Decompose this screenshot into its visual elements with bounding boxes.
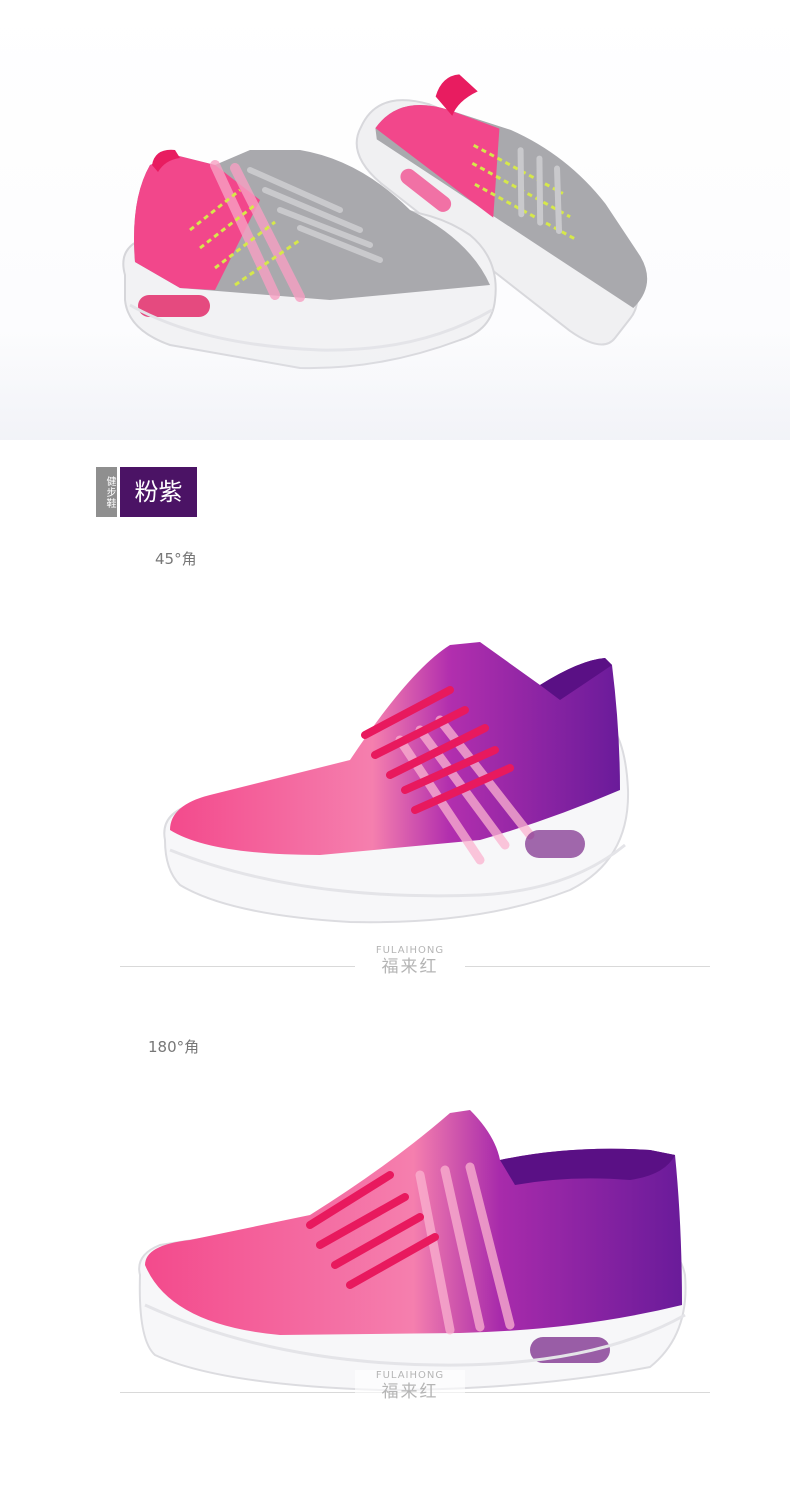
brand-watermark: FULAIHONG 福来红 (355, 945, 465, 977)
view-angle-label-180: 180°角 (148, 1038, 200, 1056)
brand-name-english: FULAIHONG (375, 1370, 445, 1381)
brand-watermark: FULAIHONG 福来红 (355, 1370, 465, 1402)
brand-name-chinese: 福来红 (381, 1382, 439, 1402)
category-label-text: 健步鞋 (104, 475, 115, 509)
color-name-label: 粉紫 (120, 467, 197, 517)
floor-shadow (0, 330, 790, 440)
sneaker-45-degree-view (163, 642, 630, 924)
brand-name-chinese: 福来红 (381, 957, 439, 977)
brand-name-english: FULAIHONG (375, 945, 445, 956)
color-variant-tag: 健步鞋 粉紫 (96, 467, 197, 517)
hero-product-image (0, 0, 790, 440)
category-label: 健步鞋 (96, 467, 117, 517)
view-angle-label-45: 45°角 (155, 550, 197, 568)
sneaker-180-degree-view (138, 1110, 687, 1392)
